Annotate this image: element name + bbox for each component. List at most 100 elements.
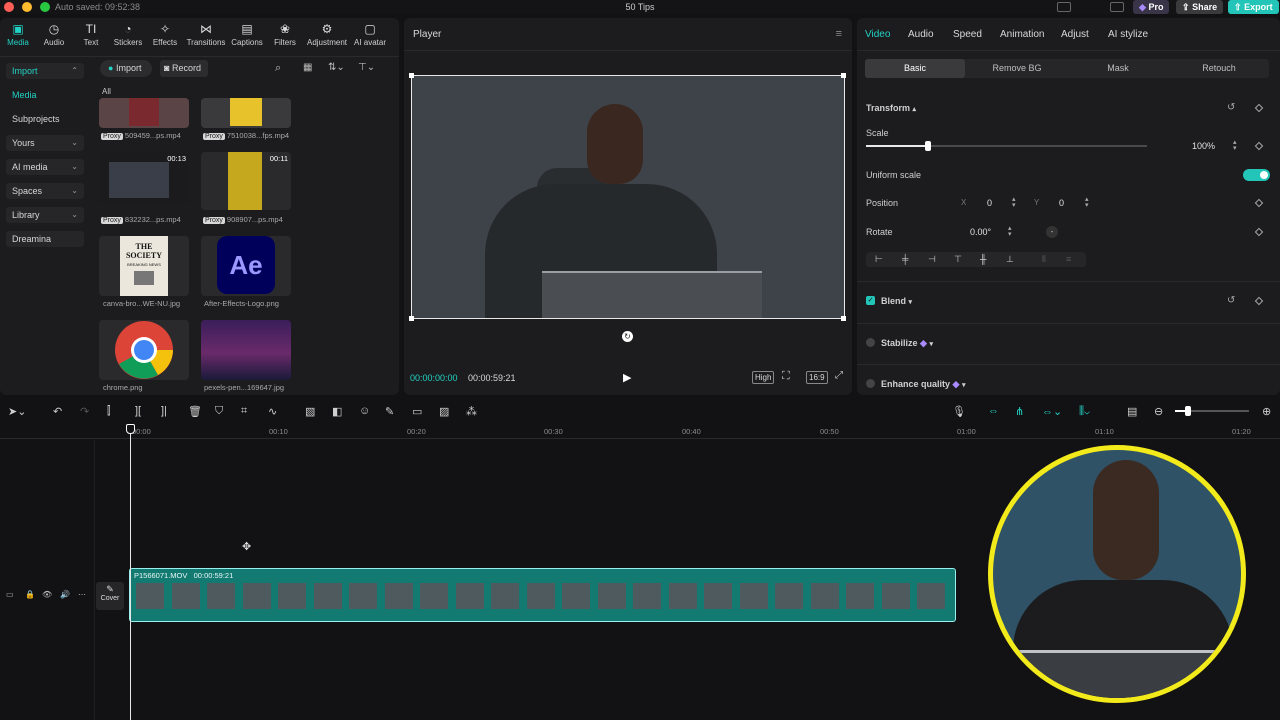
crop-icon[interactable]: ⌗ <box>241 405 247 418</box>
tab-ai-stylize[interactable]: AI stylize <box>1108 29 1148 40</box>
ratio-button[interactable]: 16:9 <box>806 371 828 384</box>
subtab-mask[interactable]: Mask <box>1068 59 1168 78</box>
rotate-input[interactable]: 0.00° <box>970 227 991 237</box>
shortcuts-icon[interactable] <box>1110 2 1124 12</box>
subtab-remove-bg[interactable]: Remove BG <box>967 59 1067 78</box>
align-left-icon[interactable]: ⊢ <box>875 254 883 265</box>
delete-icon[interactable]: 🗑 <box>188 405 202 418</box>
tab-adjustment[interactable]: ⚙ Adjustment <box>306 22 348 47</box>
tab-media[interactable]: ▣ Media <box>0 22 38 47</box>
zoom-out-icon[interactable]: ⊖ <box>1154 405 1163 418</box>
enhance-checkbox[interactable] <box>866 379 875 388</box>
magic-wand-icon[interactable]: ✎ <box>385 405 394 418</box>
scale-value[interactable]: 100% <box>1192 141 1215 151</box>
link-main-track-icon[interactable]: ⇔ <box>988 405 999 417</box>
tab-speed[interactable]: Speed <box>953 29 982 40</box>
audio-beat-icon[interactable]: ⁂ <box>466 405 477 418</box>
media-item[interactable] <box>201 320 291 380</box>
stabilize-checkbox[interactable] <box>866 338 875 347</box>
captions-tool-icon[interactable]: ▭ <box>412 405 422 418</box>
minimize-window-button[interactable] <box>22 2 32 12</box>
stabilize-section-title[interactable]: Stabilize ◆ ▾ <box>881 338 933 349</box>
speaker-icon[interactable]: 🔊 <box>60 590 70 599</box>
resize-handle[interactable] <box>841 73 846 78</box>
sidebar-item-dreamina[interactable]: Dreamina <box>6 231 84 247</box>
close-window-button[interactable] <box>4 2 14 12</box>
layout-icon[interactable] <box>1057 2 1071 12</box>
tab-animation[interactable]: Animation <box>1000 29 1044 40</box>
search-icon[interactable]: ⌕ <box>275 62 281 75</box>
share-button[interactable]: ⇪ Share <box>1176 0 1224 14</box>
magnet-icon[interactable]: ⋔ <box>1015 405 1024 418</box>
sidebar-item-ai-media[interactable]: AI media ⌄ <box>6 159 84 175</box>
freeze-icon[interactable]: ▧ <box>305 405 315 418</box>
undo-icon[interactable]: ↶ <box>53 405 62 418</box>
sidebar-item-library[interactable]: Library ⌄ <box>6 207 84 223</box>
speed-curve-icon[interactable]: ∿ <box>268 405 277 418</box>
subtab-basic[interactable]: Basic <box>865 59 965 78</box>
subtab-retouch[interactable]: Retouch <box>1169 59 1269 78</box>
align-bottom-icon[interactable]: ⊥ <box>1006 254 1014 265</box>
align-top-icon[interactable]: ⊤ <box>954 254 962 265</box>
uniform-scale-toggle[interactable] <box>1243 169 1270 181</box>
rotate-handle-icon[interactable]: ↻ <box>622 331 633 342</box>
more-icon[interactable]: ⋯ <box>78 590 86 599</box>
filter-icon[interactable]: ⊤⌄ <box>358 62 375 73</box>
pos-y-input[interactable]: 0 <box>1059 198 1064 208</box>
resize-handle[interactable] <box>409 73 414 78</box>
grid-view-icon[interactable]: ▦ <box>303 62 312 73</box>
tab-effects[interactable]: ✧ Effects <box>145 22 185 47</box>
cover-button[interactable]: ✎ Cover <box>96 582 124 610</box>
video-clip[interactable]: P1566071.MOV 00:00:59:21 <box>129 568 956 622</box>
play-icon[interactable]: ▶ <box>623 371 631 384</box>
zoom-in-icon[interactable]: ⊕ <box>1262 405 1271 418</box>
stepper-icon[interactable]: ▴ ▾ <box>1012 196 1016 209</box>
caption-toggle-icon[interactable]: ▤ <box>1127 405 1137 418</box>
tab-video[interactable]: Video <box>865 29 890 40</box>
sort-icon[interactable]: ⇅⌄ <box>328 62 345 73</box>
reset-icon[interactable]: ↺ <box>1227 102 1235 113</box>
media-item[interactable]: 00:13 <box>99 152 189 204</box>
scale-slider[interactable] <box>866 141 1147 151</box>
rotate-dial-icon[interactable]: - <box>1046 226 1058 238</box>
stepper-icon[interactable]: ▴ ▾ <box>1008 225 1012 238</box>
pos-x-input[interactable]: 0 <box>987 198 992 208</box>
menu-icon[interactable]: ≡ <box>836 28 842 40</box>
export-button[interactable]: ⇧ Export <box>1228 0 1279 14</box>
media-item[interactable]: THE SOCIETY BREAKING NEWS <box>99 236 189 296</box>
stepper-icon[interactable]: ▴ ▾ <box>1233 139 1237 152</box>
fullscreen-icon[interactable]: ⤢ <box>835 370 843 381</box>
media-item[interactable]: 00:11 <box>201 152 291 210</box>
tab-audio[interactable]: Audio <box>908 29 934 40</box>
sidebar-item-media[interactable]: Media <box>6 87 84 103</box>
fit-icon[interactable]: ⛶ <box>782 370 790 383</box>
tab-filters[interactable]: ❀ Filters <box>265 22 305 47</box>
link-icon[interactable]: ⇔⌄ <box>1042 405 1062 418</box>
keyframe-icon[interactable] <box>1254 103 1264 113</box>
resize-handle[interactable] <box>841 316 846 321</box>
split-icon[interactable]: ⫿ <box>107 405 111 418</box>
split-right-icon[interactable]: ]| <box>161 405 167 417</box>
pro-button[interactable]: ◆ Pro <box>1133 0 1170 14</box>
tab-ai-avatar[interactable]: ▢ AI avatar <box>350 22 390 47</box>
tab-text[interactable]: TI Text <box>71 22 111 47</box>
sidebar-item-yours[interactable]: Yours ⌄ <box>6 135 84 151</box>
image-tool-icon[interactable]: ▨ <box>439 405 449 418</box>
select-tool-icon[interactable]: ➤⌄ <box>8 405 26 418</box>
video-preview[interactable] <box>411 75 845 319</box>
media-item[interactable] <box>99 320 189 380</box>
keyframe-icon[interactable] <box>1254 227 1264 237</box>
mirror-icon[interactable]: ◧ <box>332 405 342 418</box>
enhance-section-title[interactable]: Enhance quality ◆ ▾ <box>881 379 966 390</box>
zoom-slider[interactable] <box>1175 406 1249 416</box>
media-item[interactable] <box>201 98 291 128</box>
scale-slider-thumb[interactable] <box>924 141 931 151</box>
blend-section-title[interactable]: Blend ▾ <box>881 296 912 306</box>
track-collapse-icon[interactable]: ▭ <box>6 590 14 599</box>
tab-audio[interactable]: ◷ Audio <box>34 22 74 47</box>
eye-icon[interactable]: 👁 <box>42 590 52 599</box>
sidebar-item-spaces[interactable]: Spaces ⌄ <box>6 183 84 199</box>
cutout-icon[interactable]: ☺ <box>359 405 370 417</box>
marker-icon[interactable]: ⛉ <box>215 405 223 418</box>
sidebar-item-import[interactable]: Import ⌃ <box>6 63 84 79</box>
